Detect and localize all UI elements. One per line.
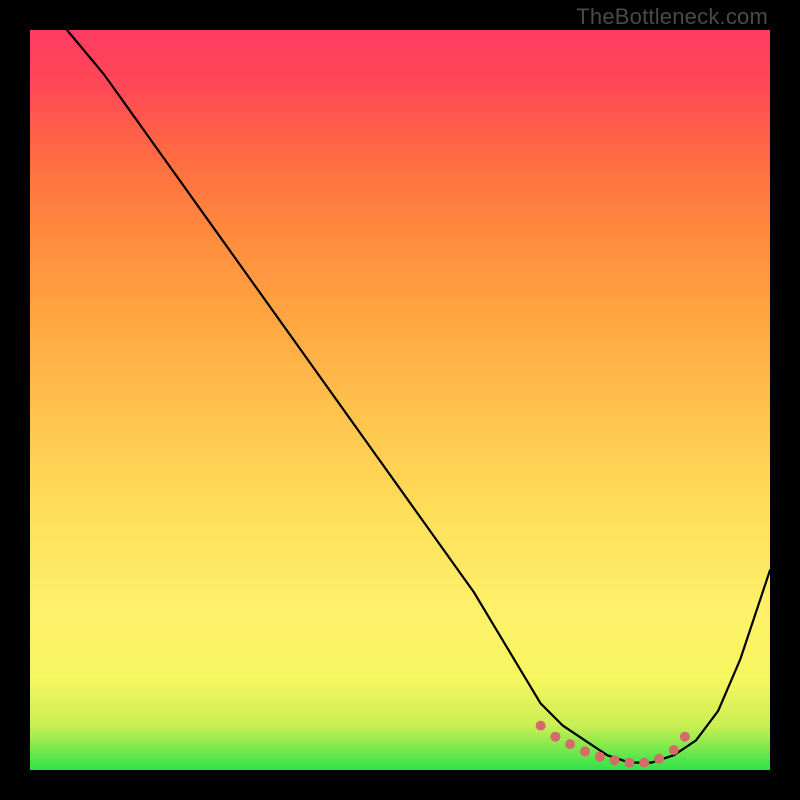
- trough-point: [639, 758, 649, 768]
- trough-markers: [536, 721, 690, 768]
- trough-point: [550, 732, 560, 742]
- trough-point: [536, 721, 546, 731]
- trough-point: [580, 747, 590, 757]
- chart-frame: TheBottleneck.com: [0, 0, 800, 800]
- trough-point: [624, 758, 634, 768]
- trough-point: [680, 732, 690, 742]
- trough-point: [654, 754, 664, 764]
- trough-point: [565, 739, 575, 749]
- watermark-text: TheBottleneck.com: [576, 4, 768, 30]
- trough-point: [595, 752, 605, 762]
- trough-point: [669, 745, 679, 755]
- bottleneck-curve: [67, 30, 770, 763]
- trough-point: [610, 755, 620, 765]
- curve-svg: [30, 30, 770, 770]
- plot-area: [30, 30, 770, 770]
